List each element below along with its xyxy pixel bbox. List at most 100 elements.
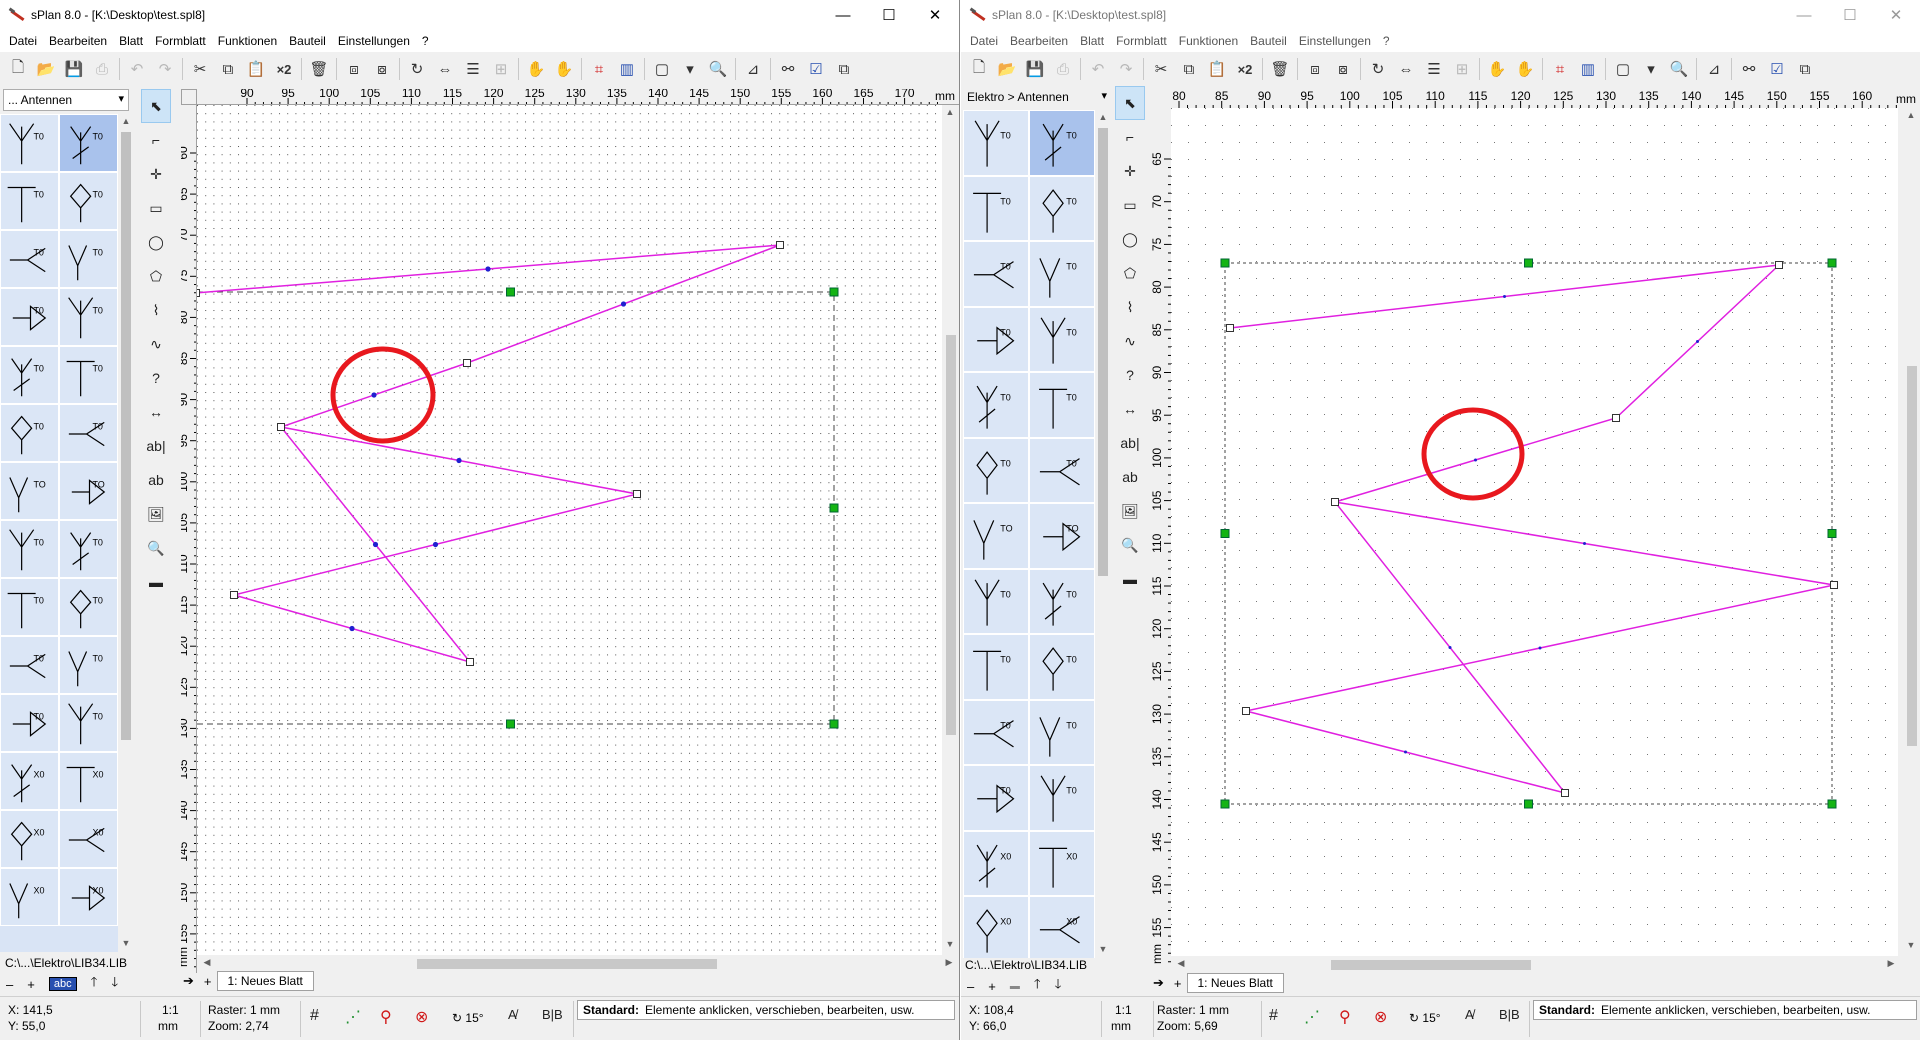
angle-readout[interactable]: ↻ 15°: [452, 1011, 484, 1026]
ungroup-icon[interactable]: ✋: [522, 56, 550, 82]
undo-icon[interactable]: ↶: [1084, 56, 1112, 82]
to-back-icon[interactable]: ⧇: [368, 56, 396, 82]
palette-symbol[interactable]: T0: [963, 306, 1029, 372]
menu-datei-item[interactable]: Datei: [3, 34, 43, 48]
scroll-up-icon[interactable]: ▲: [1903, 110, 1919, 120]
raster-readout[interactable]: Raster: 1 mm: [208, 1003, 280, 1018]
maximize-icon[interactable]: ☐: [1827, 0, 1873, 30]
maximize-icon[interactable]: ☐: [866, 0, 912, 30]
menu-bearbeiten-item[interactable]: Bearbeiten: [43, 34, 113, 48]
vertex-handle[interactable]: [277, 423, 285, 431]
group-icon[interactable]: ⊞: [487, 56, 515, 82]
move-up-icon[interactable]: 🡑: [1034, 975, 1041, 997]
library-selector[interactable]: Elektro > Antennen: [963, 87, 1111, 109]
palette-symbol[interactable]: T0: [963, 110, 1029, 176]
vertex-handle[interactable]: [1775, 261, 1783, 269]
grid-icon[interactable]: #: [310, 1007, 319, 1025]
palette-symbol[interactable]: T0: [59, 114, 118, 172]
image-tool-icon[interactable]: 🖼: [141, 497, 171, 531]
palette-symbol[interactable]: TO: [1029, 503, 1095, 569]
title-bar[interactable]: sPlan 8.0 - [K:\Desktop\test.spl8] — ☐ ✕: [0, 0, 959, 30]
polygon-tool-icon[interactable]: ⬠: [1115, 256, 1145, 290]
cut-icon[interactable]: ✂: [1147, 56, 1175, 82]
palette-symbol[interactable]: X0: [963, 896, 1029, 958]
palette-symbol[interactable]: T0: [1029, 699, 1095, 765]
polyline-tool-icon[interactable]: ⌇: [141, 293, 171, 327]
menu-datei-item[interactable]: Datei: [964, 34, 1004, 48]
snap-icon[interactable]: ⋰: [1304, 1007, 1320, 1027]
to-front-icon[interactable]: ⧈: [340, 56, 368, 82]
palette-symbol[interactable]: T0: [0, 230, 59, 288]
scroll-left-icon[interactable]: ◀: [199, 957, 215, 968]
align-icon[interactable]: ☰: [459, 56, 487, 82]
horizontal-ruler[interactable]: 80 85 90 95 100 105 110 115 120 125 130 135 140 145 15…: [1157, 86, 1920, 108]
resize-handle[interactable]: [1827, 799, 1837, 809]
open-icon[interactable]: 📂: [993, 56, 1021, 82]
circle-tool-icon[interactable]: ◯: [1115, 222, 1145, 256]
zoom-tool-icon[interactable]: 🔍: [1115, 528, 1145, 562]
copy-icon[interactable]: ⧉: [1175, 56, 1203, 82]
delete-icon[interactable]: 🗑: [1266, 56, 1294, 82]
remove-library-button[interactable]: –: [6, 977, 13, 992]
resize-handle[interactable]: [1220, 799, 1230, 809]
scroll-left-icon[interactable]: ◀: [1173, 958, 1189, 969]
junction-tool-icon[interactable]: ✛: [141, 157, 171, 191]
delete-icon[interactable]: 🗑: [305, 56, 333, 82]
cut-icon[interactable]: ✂: [186, 56, 214, 82]
minimize-icon[interactable]: —: [820, 0, 866, 30]
magnet-icon[interactable]: ⚲: [1339, 1007, 1351, 1027]
scale[interactable]: 1:1: [162, 1003, 179, 1018]
vertex-handle[interactable]: [1612, 414, 1620, 422]
text-tool-icon[interactable]: ab|: [1115, 426, 1145, 460]
resize-handle[interactable]: [1524, 258, 1533, 268]
scroll-down-icon[interactable]: ▼: [118, 938, 134, 948]
connect-off-icon[interactable]: ⊗: [1374, 1007, 1387, 1027]
bom-icon[interactable]: ⊿: [739, 56, 767, 82]
move-up-icon[interactable]: 🡑: [91, 973, 98, 995]
palette-symbol[interactable]: T0: [0, 578, 59, 636]
palette-symbol[interactable]: T0: [963, 568, 1029, 634]
zoom-icon[interactable]: 🔍: [704, 56, 732, 82]
textbox-tool-icon[interactable]: ab: [141, 463, 171, 497]
vertex-handle[interactable]: [1242, 707, 1250, 715]
segment-midpoint[interactable]: [1583, 542, 1586, 545]
dimension-tool-icon[interactable]: ↔: [141, 395, 171, 429]
vertex-handle[interactable]: [776, 241, 784, 249]
checklist-icon[interactable]: ☑: [1763, 56, 1791, 82]
palette-symbol[interactable]: X0: [0, 868, 59, 926]
palette-symbol[interactable]: T0: [59, 636, 118, 694]
palette-symbol[interactable]: T0: [59, 578, 118, 636]
mirror-icon[interactable]: ⇔: [1392, 56, 1420, 82]
palette-symbol[interactable]: T0: [59, 172, 118, 230]
mirror-icon[interactable]: ⇔: [431, 56, 459, 82]
palette-symbol[interactable]: TO: [59, 462, 118, 520]
palette-symbol[interactable]: T0: [963, 372, 1029, 438]
frame-icon[interactable]: ▢: [1609, 56, 1637, 82]
line-tool-icon[interactable]: ⌐: [141, 123, 171, 157]
menu-formblatt-item[interactable]: Formblatt: [1110, 34, 1173, 48]
segment-midpoint[interactable]: [485, 266, 491, 272]
resize-handle[interactable]: [1827, 529, 1837, 538]
menu--item[interactable]: ?: [1377, 34, 1396, 48]
raster-readout[interactable]: Raster: 1 mm: [1157, 1003, 1229, 1018]
menu-blatt-item[interactable]: Blatt: [1074, 34, 1110, 48]
palette-symbol[interactable]: T0: [1029, 372, 1095, 438]
magnet-icon[interactable]: ⚲: [380, 1007, 392, 1027]
angle-readout[interactable]: ↻ 15°: [1409, 1011, 1441, 1026]
redo-icon[interactable]: ↷: [151, 56, 179, 82]
undo-icon[interactable]: ↶: [123, 56, 151, 82]
canvas-vscroll-thumb[interactable]: [946, 335, 956, 735]
palette-symbol[interactable]: T0: [0, 404, 59, 462]
canvas-vertical-scrollbar[interactable]: ▲ ▼: [1903, 108, 1920, 956]
circle-tool-icon[interactable]: ◯: [141, 225, 171, 259]
snap-icon[interactable]: ⋰: [345, 1007, 361, 1027]
resize-handle[interactable]: [1220, 258, 1230, 268]
vertex-handle[interactable]: [1830, 581, 1838, 589]
palette-scrollbar[interactable]: ▲ ▼: [118, 114, 134, 952]
zoom-icon[interactable]: 🔍: [1665, 56, 1693, 82]
menu-funktionen-item[interactable]: Funktionen: [212, 34, 283, 48]
palette-symbol[interactable]: T0: [1029, 568, 1095, 634]
menu-bearbeiten-item[interactable]: Bearbeiten: [1004, 34, 1074, 48]
paste-icon[interactable]: 📋: [242, 56, 270, 82]
palette-symbol[interactable]: T0: [59, 520, 118, 578]
